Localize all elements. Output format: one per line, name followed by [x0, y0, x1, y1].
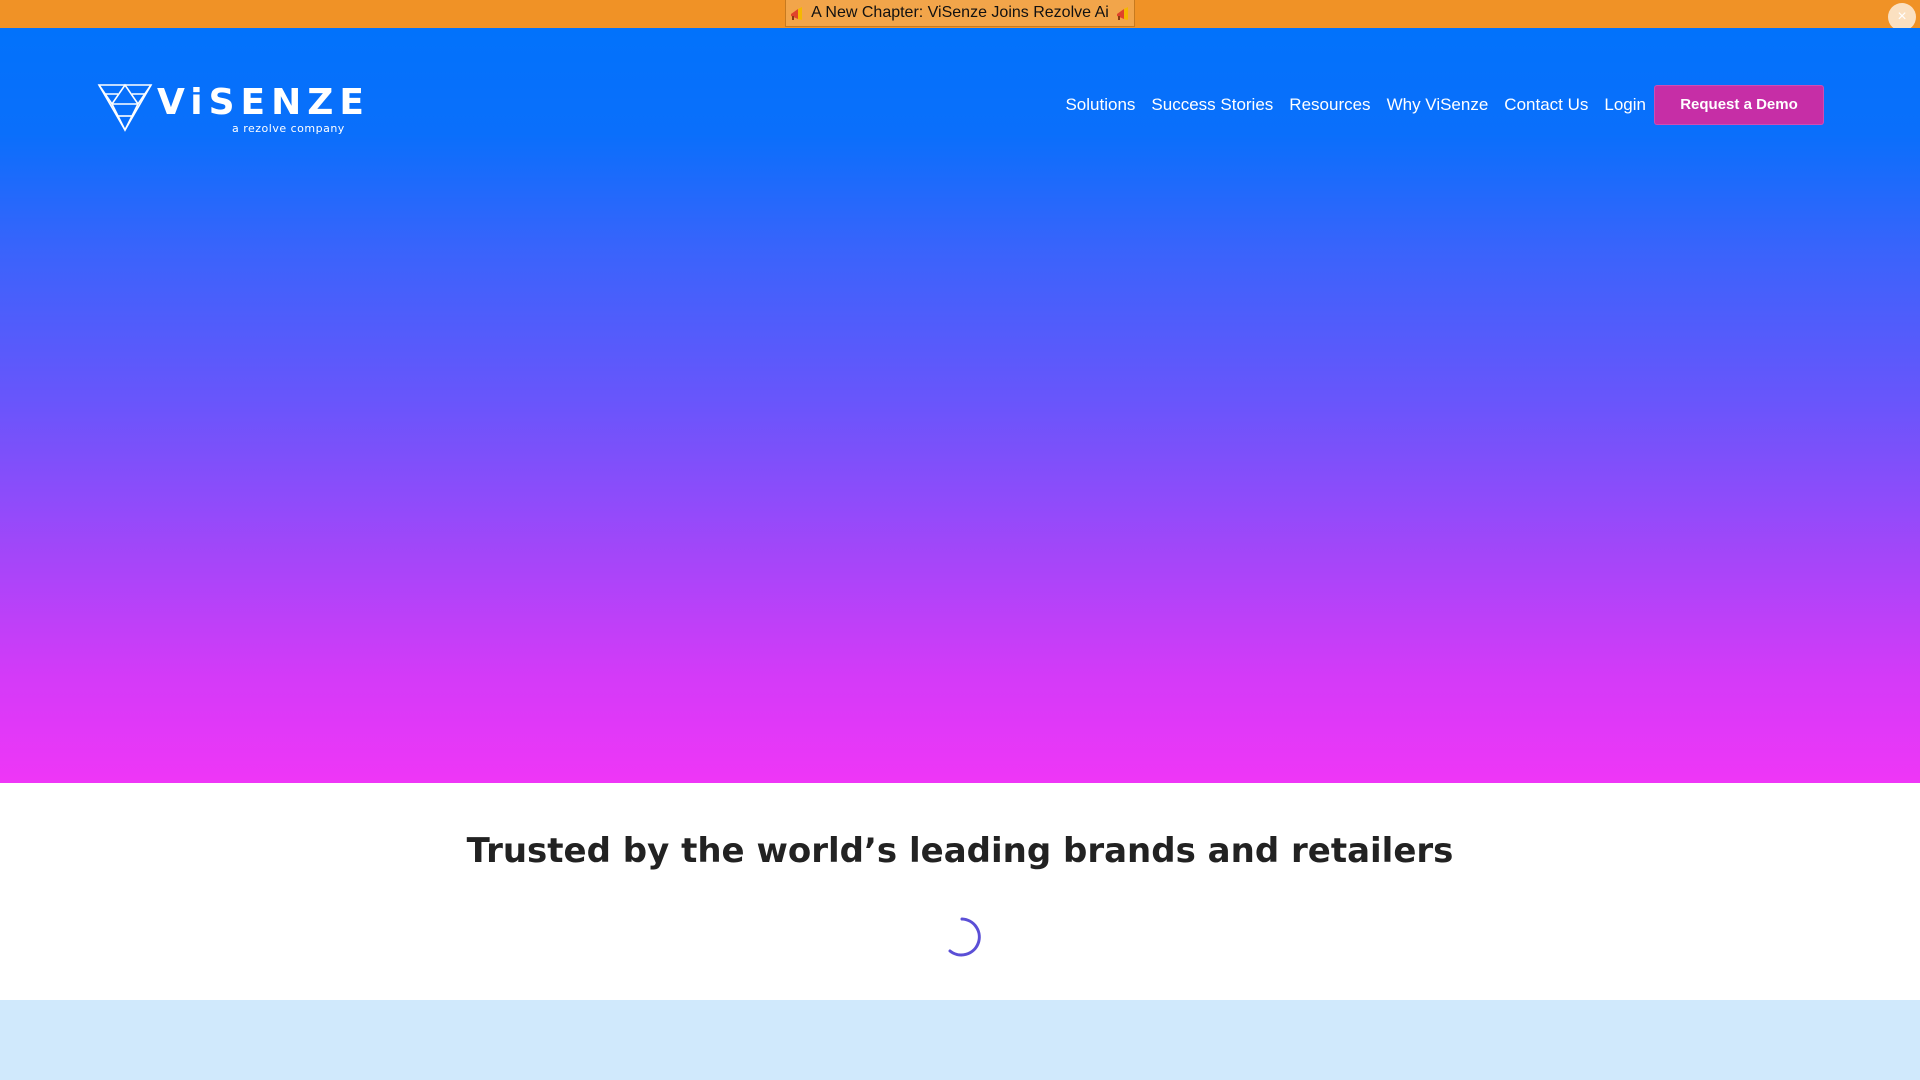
megaphone-icon	[1115, 5, 1131, 21]
visenze-logo-mark-icon	[97, 83, 153, 132]
hero-section: ViSENZE a rezolve company Solutions Succ…	[0, 28, 1920, 783]
close-icon[interactable]: ×	[1888, 3, 1916, 31]
nav-login[interactable]: Login	[1604, 95, 1646, 115]
announcement-bar: A New Chapter: ViSenze Joins Rezolve Ai …	[0, 0, 1920, 31]
request-demo-button[interactable]: Request a Demo	[1654, 84, 1824, 125]
trusted-heading: Trusted by the world’s leading brands an…	[466, 831, 1454, 871]
nav-solutions[interactable]: Solutions	[1065, 95, 1135, 115]
announcement-link[interactable]: A New Chapter: ViSenze Joins Rezolve Ai	[785, 0, 1135, 27]
trusted-brands-section: Trusted by the world’s leading brands an…	[0, 783, 1920, 1000]
close-symbol: ×	[1897, 8, 1907, 25]
nav-why-visenze[interactable]: Why ViSenze	[1387, 95, 1489, 115]
announcement-text: A New Chapter: ViSenze Joins Rezolve Ai	[811, 4, 1109, 21]
logo-subtitle: a rezolve company	[232, 122, 345, 135]
logo-wordmark: ViSENZE	[157, 82, 370, 123]
nav-contact-us[interactable]: Contact Us	[1504, 95, 1588, 115]
nav-resources[interactable]: Resources	[1289, 95, 1370, 115]
main-nav: Solutions Success Stories Resources Why …	[1049, 81, 1824, 128]
nav-success-stories[interactable]: Success Stories	[1151, 95, 1273, 115]
spinner-icon	[948, 917, 981, 957]
next-section	[0, 1000, 1920, 1080]
site-logo[interactable]: ViSENZE a rezolve company	[97, 82, 364, 142]
megaphone-icon	[789, 5, 805, 21]
